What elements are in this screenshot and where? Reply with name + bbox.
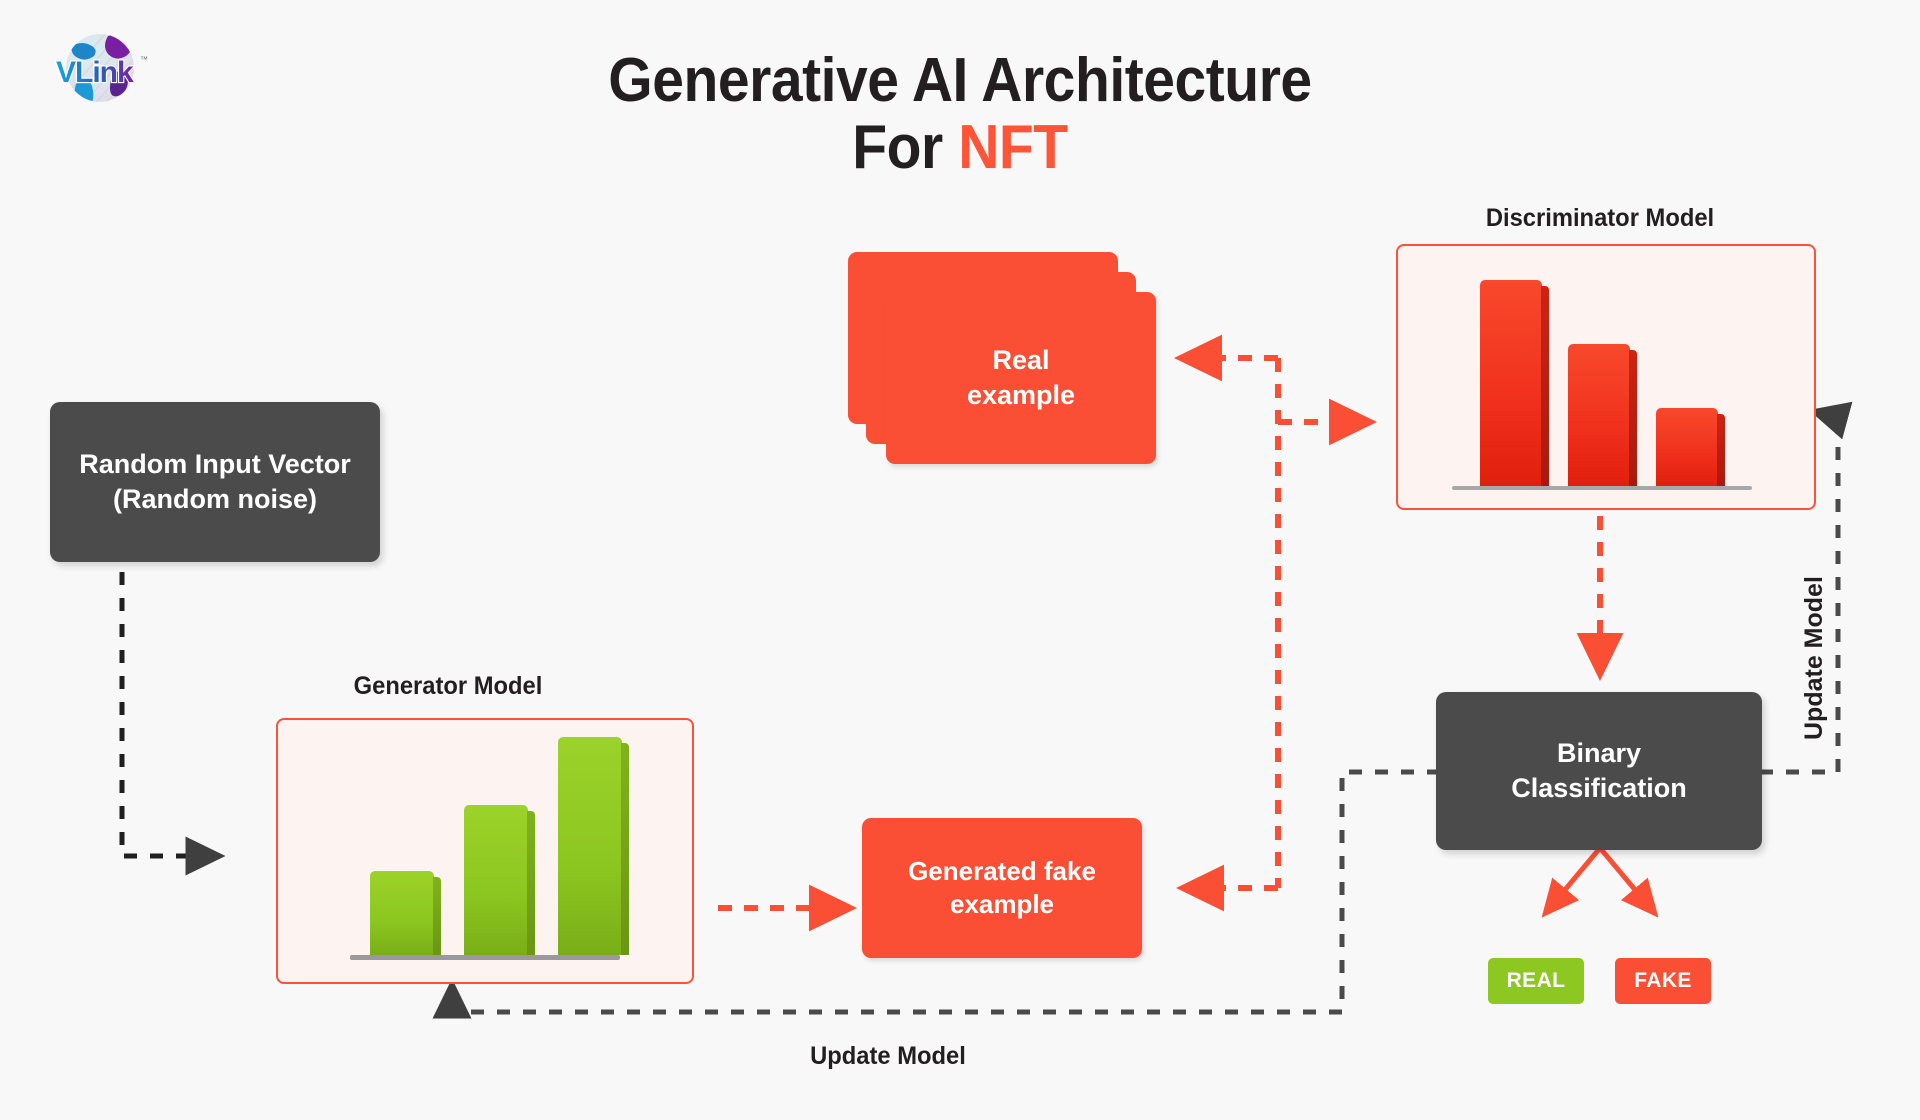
real-example-line-1: Real [992, 345, 1050, 376]
node-random-input-vector[interactable]: Random Input Vector (Random noise) [50, 402, 380, 562]
real-example-card-front[interactable]: Real example [886, 292, 1156, 464]
real-badge[interactable]: REAL [1488, 958, 1584, 1004]
discriminator-bar-2 [1568, 344, 1637, 486]
generator-baseline [350, 955, 620, 960]
edge-input-to-generator [119, 572, 226, 876]
discriminator-bar-3 [1656, 408, 1725, 486]
generator-bar-chart [278, 720, 692, 982]
fake-badge[interactable]: FAKE [1615, 958, 1711, 1004]
discriminator-model-label: Discriminator Model [1485, 204, 1715, 232]
node-generator-model[interactable] [276, 718, 694, 984]
discriminator-bar-1 [1480, 280, 1549, 486]
random-input-line-2: (Random noise) [112, 484, 317, 514]
node-discriminator-model[interactable] [1396, 244, 1816, 510]
fake-example-line-1: Generated fake [908, 855, 1096, 886]
generator-bar-2 [464, 805, 535, 955]
update-model-bottom-label: Update Model [810, 1042, 966, 1070]
update-model-right-label: Update Model [1800, 576, 1828, 740]
generator-model-label: Generator Model [353, 672, 543, 700]
real-example-line-2: example [966, 380, 1076, 410]
edge-classification-to-badges [1541, 846, 1659, 918]
diagram-canvas: VLink ™ Generative AI Architecture For N… [0, 0, 1920, 1120]
binary-classification-line-2: Classification [1511, 773, 1687, 803]
node-binary-classification[interactable]: Binary Classification [1436, 692, 1762, 850]
random-input-line-1: Random Input Vector [79, 449, 351, 480]
discriminator-baseline [1452, 486, 1752, 490]
real-badge-label: REAL [1506, 969, 1566, 992]
generator-bar-1 [370, 871, 441, 955]
node-generated-fake-example[interactable]: Generated fake example [862, 818, 1142, 958]
discriminator-bar-chart [1398, 246, 1814, 508]
binary-classification-line-1: Binary [1556, 738, 1642, 769]
fake-example-line-2: example [949, 889, 1055, 919]
generator-bar-3 [558, 737, 629, 955]
fake-badge-label: FAKE [1634, 969, 1692, 992]
